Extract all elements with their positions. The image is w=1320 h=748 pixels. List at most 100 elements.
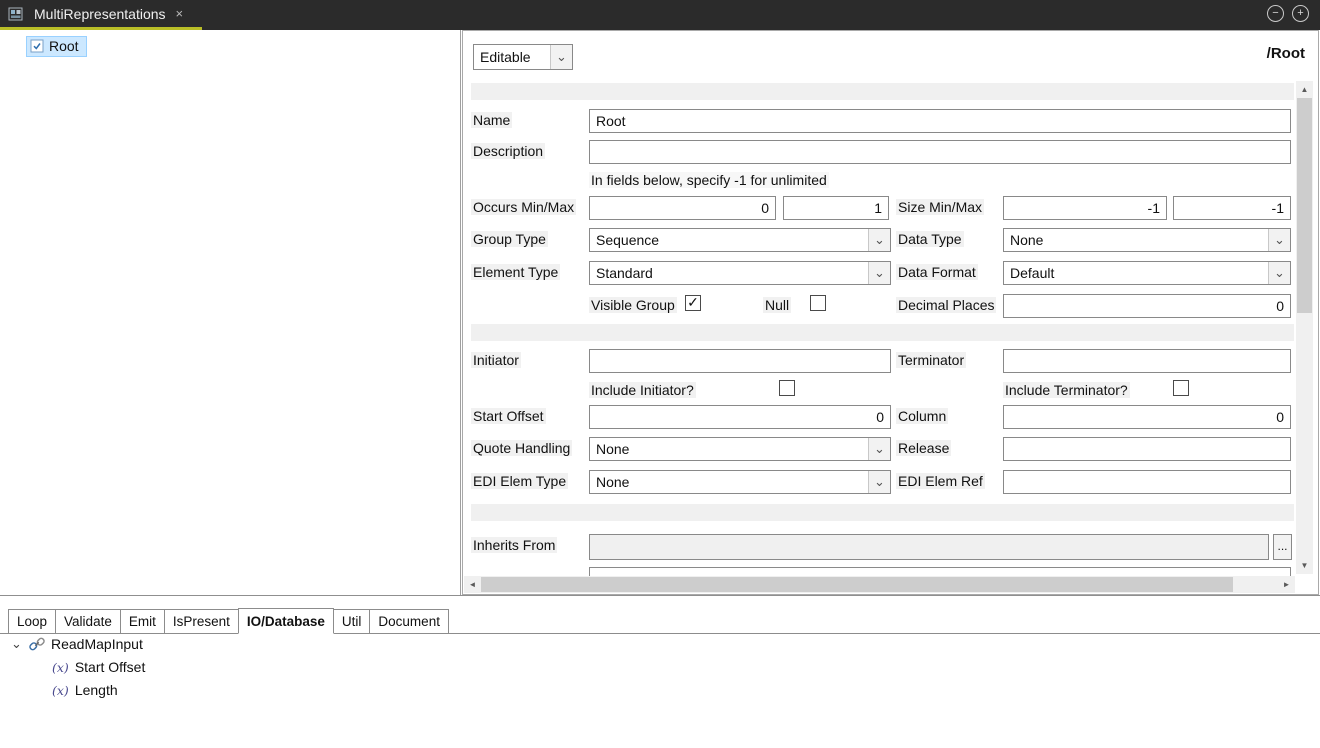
- scroll-right-icon[interactable]: ►: [1278, 576, 1295, 593]
- inherits-from-browse-button[interactable]: ...: [1273, 534, 1292, 560]
- occurs-min-input[interactable]: [589, 196, 776, 220]
- bottom-tabstrip: Loop Validate Emit IsPresent IO/Database…: [0, 607, 1320, 634]
- editor-horizontal-scrollbar[interactable]: ◄ ►: [464, 576, 1295, 593]
- name-label: Name: [471, 112, 512, 128]
- tree-node-start-offset[interactable]: (x) Start Offset: [52, 659, 145, 675]
- document-tab[interactable]: MultiRepresentations ×: [0, 0, 197, 27]
- include-terminator-label: Include Terminator?: [1003, 382, 1130, 398]
- initiator-input[interactable]: [589, 349, 891, 373]
- document-tab-title: MultiRepresentations: [34, 6, 166, 22]
- edit-mode-select[interactable]: Editable ⌄: [473, 44, 573, 70]
- inherits-from-label: Inherits From: [471, 537, 557, 553]
- titlebar: MultiRepresentations × − +: [0, 0, 1320, 30]
- chevron-down-icon: ⌄: [868, 471, 890, 493]
- chevron-down-icon: ⌄: [868, 262, 890, 284]
- tree-node-start-offset-label: Start Offset: [75, 659, 146, 675]
- clipped-next-field: [589, 567, 1291, 576]
- tab-validate[interactable]: Validate: [55, 609, 121, 633]
- initiator-label: Initiator: [471, 352, 521, 368]
- edit-mode-value: Editable: [480, 49, 531, 65]
- data-format-label: Data Format: [896, 264, 978, 280]
- tab-emit[interactable]: Emit: [120, 609, 165, 633]
- data-format-select[interactable]: Default ⌄: [1003, 261, 1291, 285]
- root-node-icon: [30, 39, 44, 53]
- scroll-up-icon[interactable]: ▲: [1296, 81, 1313, 98]
- tab-close-icon[interactable]: ×: [176, 6, 184, 21]
- expander-icon[interactable]: ⌄: [10, 636, 23, 652]
- decimal-places-label: Decimal Places: [896, 297, 996, 313]
- edi-elem-ref-input[interactable]: [1003, 470, 1291, 494]
- app-icon: [8, 6, 24, 22]
- occurs-max-input[interactable]: [783, 196, 889, 220]
- data-type-value: None: [1010, 232, 1043, 248]
- node-editor-panel: Editable ⌄ /Root Name Description In fie…: [462, 30, 1319, 595]
- description-input[interactable]: [589, 140, 1291, 164]
- data-type-select[interactable]: None ⌄: [1003, 228, 1291, 252]
- scroll-down-icon[interactable]: ▼: [1296, 557, 1313, 574]
- chevron-down-icon: ⌄: [1268, 229, 1290, 251]
- tab-ispresent[interactable]: IsPresent: [164, 609, 239, 633]
- data-type-label: Data Type: [896, 231, 964, 247]
- horizontal-scrollbar-thumb[interactable]: [481, 577, 1233, 592]
- chevron-down-icon: ⌄: [868, 438, 890, 460]
- tab-document[interactable]: Document: [369, 609, 449, 633]
- edi-elem-type-value: None: [596, 474, 629, 490]
- include-initiator-checkbox[interactable]: [779, 380, 795, 396]
- terminator-input[interactable]: [1003, 349, 1291, 373]
- chain-icon: [29, 636, 45, 652]
- group-type-select[interactable]: Sequence ⌄: [589, 228, 891, 252]
- null-checkbox[interactable]: [810, 295, 826, 311]
- edi-elem-ref-label: EDI Elem Ref: [896, 473, 985, 489]
- variable-icon: (x): [52, 660, 69, 675]
- chevron-down-icon: ⌄: [1268, 262, 1290, 284]
- window-maximize-button[interactable]: +: [1292, 5, 1309, 22]
- edi-elem-type-select[interactable]: None ⌄: [589, 470, 891, 494]
- window-minimize-button[interactable]: −: [1267, 5, 1284, 22]
- bottom-panel: Loop Validate Emit IsPresent IO/Database…: [0, 596, 1320, 748]
- edi-elem-type-label: EDI Elem Type: [471, 473, 568, 489]
- group-type-label: Group Type: [471, 231, 548, 247]
- size-minmax-label: Size Min/Max: [896, 199, 984, 215]
- tab-io-database[interactable]: IO/Database: [238, 608, 334, 634]
- quote-handling-select[interactable]: None ⌄: [589, 437, 891, 461]
- variable-icon: (x): [52, 683, 69, 698]
- vertical-scrollbar-thumb[interactable]: [1297, 98, 1312, 313]
- include-terminator-checkbox[interactable]: [1173, 380, 1189, 396]
- chevron-down-icon: ⌄: [550, 45, 572, 69]
- section-divider: [471, 324, 1294, 341]
- group-type-value: Sequence: [596, 232, 659, 248]
- scroll-left-icon[interactable]: ◄: [464, 576, 481, 593]
- terminator-label: Terminator: [896, 352, 966, 368]
- null-label: Null: [763, 297, 791, 313]
- tree-node-readmapinput[interactable]: ⌄ ReadMapInput: [10, 636, 143, 652]
- node-path-label: /Root: [1267, 45, 1305, 62]
- tree-node-length-label: Length: [75, 682, 118, 698]
- start-offset-label: Start Offset: [471, 408, 546, 424]
- visible-group-label: Visible Group: [589, 297, 677, 313]
- release-input[interactable]: [1003, 437, 1291, 461]
- description-label: Description: [471, 143, 545, 159]
- tree-node-root[interactable]: Root: [26, 36, 87, 57]
- tab-util[interactable]: Util: [333, 609, 371, 633]
- start-offset-input[interactable]: [589, 405, 891, 429]
- inherits-from-input: [589, 534, 1269, 560]
- include-initiator-label: Include Initiator?: [589, 382, 696, 398]
- chevron-down-icon: ⌄: [868, 229, 890, 251]
- release-label: Release: [896, 440, 951, 456]
- column-input[interactable]: [1003, 405, 1291, 429]
- quote-handling-label: Quote Handling: [471, 440, 572, 456]
- size-max-input[interactable]: [1173, 196, 1291, 220]
- visible-group-checkbox[interactable]: ✓: [685, 295, 701, 311]
- element-type-value: Standard: [596, 265, 653, 281]
- quote-handling-value: None: [596, 441, 629, 457]
- occurs-minmax-label: Occurs Min/Max: [471, 199, 576, 215]
- name-input[interactable]: [589, 109, 1291, 133]
- editor-vertical-scrollbar[interactable]: ▲ ▼: [1296, 81, 1313, 574]
- tree-node-readmapinput-label: ReadMapInput: [51, 636, 143, 652]
- tree-node-length[interactable]: (x) Length: [52, 682, 118, 698]
- main-split-area: Root Editable ⌄ /Root Name Description I…: [0, 30, 1320, 596]
- decimal-places-input[interactable]: [1003, 294, 1291, 318]
- element-type-select[interactable]: Standard ⌄: [589, 261, 891, 285]
- tab-loop[interactable]: Loop: [8, 609, 56, 633]
- size-min-input[interactable]: [1003, 196, 1167, 220]
